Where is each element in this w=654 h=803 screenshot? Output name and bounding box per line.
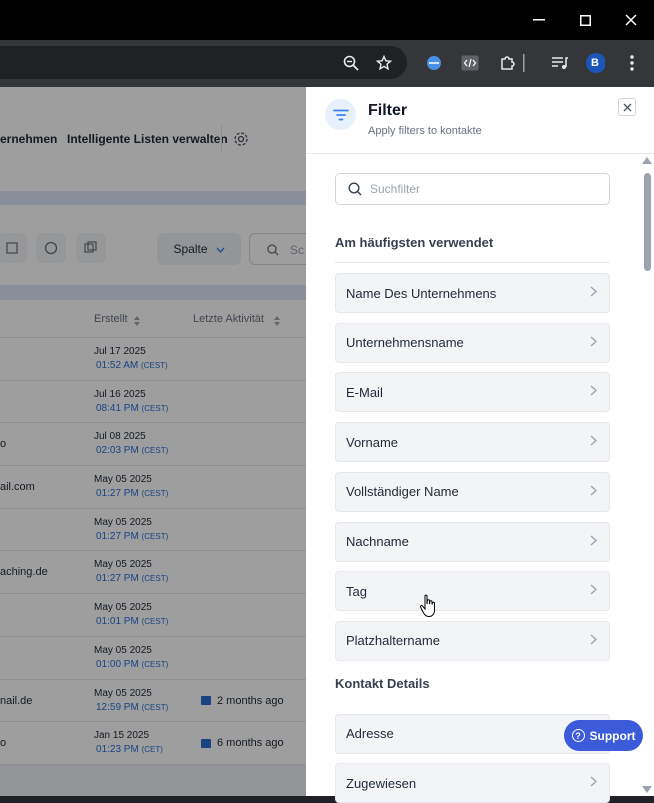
- filter-section-heading: Am häufigsten verwendet: [335, 235, 494, 250]
- filter-option[interactable]: Nachname: [335, 521, 610, 562]
- hand-cursor-icon: [419, 594, 437, 623]
- filter-search-field[interactable]: [335, 173, 610, 205]
- filter-option[interactable]: Unternehmensname: [335, 322, 610, 363]
- media-queue-icon[interactable]: [550, 53, 570, 73]
- chevron-right-icon: [590, 776, 598, 790]
- chevron-right-icon: [590, 584, 598, 598]
- support-label: Support: [589, 728, 636, 743]
- filter-option-label: Zugewiesen: [346, 775, 417, 791]
- scroll-up-arrow[interactable]: [642, 157, 652, 164]
- scroll-thumb[interactable]: [644, 173, 651, 271]
- filter-panel-subtitle: Apply filters to kontakte: [368, 125, 482, 137]
- close-window-icon[interactable]: [621, 10, 641, 30]
- filter-option[interactable]: Vorname: [335, 422, 610, 463]
- chevron-right-icon: [590, 435, 598, 449]
- filter-option-label: Tag: [346, 583, 367, 599]
- chevron-right-icon: [590, 336, 598, 350]
- close-panel-button[interactable]: [618, 98, 636, 116]
- support-button[interactable]: ? Support: [564, 720, 643, 751]
- filter-panel-header: Filter Apply filters to kontakte: [306, 87, 654, 154]
- filter-option[interactable]: E-Mail: [335, 372, 610, 413]
- filter-panel-title: Filter: [368, 102, 408, 119]
- filter-option-label: Name Des Unternehmens: [346, 285, 497, 301]
- filter-search-input[interactable]: [370, 182, 590, 196]
- filter-option[interactable]: Zugewiesen: [335, 763, 610, 803]
- window-titlebar: [0, 0, 654, 40]
- extensions-puzzle-icon[interactable]: [497, 53, 517, 73]
- scroll-down-arrow[interactable]: [642, 786, 652, 793]
- filter-option[interactable]: Tag: [335, 571, 610, 612]
- filter-option-label: Vorname: [346, 434, 399, 450]
- toolbar-divider: [523, 53, 525, 73]
- browser-menu-icon[interactable]: [622, 53, 642, 73]
- profile-avatar[interactable]: B: [585, 53, 605, 73]
- filter-section-heading: Kontakt Details: [335, 675, 430, 691]
- close-icon: [623, 103, 631, 111]
- filter-option-label: Nachname: [346, 534, 409, 549]
- filter-option-label: Unternehmensname: [346, 335, 464, 351]
- chevron-right-icon: [590, 634, 598, 648]
- code-extension-icon[interactable]: [460, 53, 480, 73]
- filter-icon: [325, 99, 356, 130]
- filter-option[interactable]: Vollständiger Name: [335, 471, 610, 512]
- browser-toolbar: B: [0, 40, 654, 87]
- chevron-right-icon: [590, 385, 598, 399]
- help-icon: ?: [571, 729, 585, 742]
- maximize-icon[interactable]: [575, 10, 595, 30]
- search-icon: [348, 182, 362, 196]
- filter-option-label: Adresse: [346, 726, 394, 742]
- panel-scrollbar[interactable]: [642, 157, 652, 793]
- profile-initial: B: [591, 57, 599, 69]
- zoom-icon[interactable]: [341, 53, 361, 73]
- chevron-right-icon: [590, 534, 598, 549]
- filter-option-label: E-Mail: [346, 384, 383, 400]
- chevron-right-icon: [590, 485, 598, 499]
- modal-overlay[interactable]: [0, 87, 306, 796]
- filter-panel: Filter Apply filters to kontakte Am häuf…: [306, 87, 654, 803]
- bookmark-star-icon[interactable]: [374, 53, 394, 73]
- filter-option[interactable]: Platzhaltername: [335, 620, 610, 661]
- filter-option[interactable]: Name Des Unternehmens: [335, 273, 610, 313]
- filter-option-label: Platzhaltername: [346, 633, 440, 649]
- section-divider: [335, 262, 610, 263]
- minimize-icon[interactable]: [529, 10, 549, 30]
- extension-blue-icon[interactable]: [424, 53, 444, 73]
- filter-option-label: Vollständiger Name: [346, 484, 459, 500]
- chevron-right-icon: [590, 286, 598, 300]
